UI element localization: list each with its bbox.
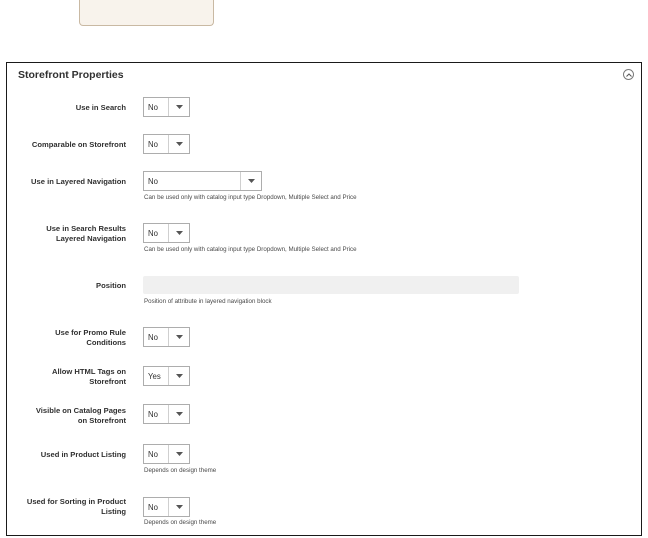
chevron-down-icon [176,374,183,378]
html-tags-select[interactable]: Yes [143,366,190,386]
top-action-button[interactable] [79,0,214,26]
chevron-down-icon [176,452,183,456]
sorting-value: No [148,503,158,512]
comparable-value: No [148,140,158,149]
chevron-down-icon [248,179,255,183]
chevron-down-icon [176,505,183,509]
layered-nav-select[interactable]: No [143,171,262,191]
visible-catalog-label: Visible on Catalog Pages on Storefront [35,406,126,425]
chevron-down-icon [176,231,183,235]
product-listing-value: No [148,450,158,459]
search-layered-label: Use in Search Results Layered Navigation [46,224,126,243]
layered-nav-label: Use in Layered Navigation [31,177,126,186]
promo-value: No [148,333,158,342]
position-label: Position [96,281,126,290]
layered-nav-note: Can be used only with catalog input type… [144,194,357,201]
promo-label: Use for Promo Rule Conditions [55,328,126,347]
comparable-label: Comparable on Storefront [31,140,126,149]
collapse-icon[interactable] [623,69,634,80]
html-tags-value: Yes [148,372,161,381]
chevron-down-icon [176,105,183,109]
sorting-select[interactable]: No [143,497,190,517]
search-layered-value: No [148,229,158,238]
sorting-note: Depends on design theme [144,519,217,526]
panel-title: Storefront Properties [18,69,124,81]
position-input[interactable] [143,276,519,294]
chevron-down-icon [176,412,183,416]
html-tags-label: Allow HTML Tags on Storefront [52,367,126,386]
product-listing-note: Depends on design theme [144,467,217,474]
use-in-search-value: No [148,103,158,112]
promo-select[interactable]: No [143,327,190,347]
sorting-label: Used for Sorting in Product Listing [26,497,126,516]
visible-catalog-value: No [148,410,158,419]
storefront-properties-panel: Storefront Properties [6,62,642,536]
chevron-down-icon [176,335,183,339]
use-in-search-select[interactable]: No [143,97,190,117]
comparable-select[interactable]: No [143,134,190,154]
product-listing-label: Used in Product Listing [40,450,126,459]
product-listing-select[interactable]: No [143,444,190,464]
layered-nav-value: No [148,177,158,186]
search-layered-note: Can be used only with catalog input type… [144,246,357,253]
visible-catalog-select[interactable]: No [143,404,190,424]
chevron-down-icon [176,142,183,146]
position-note: Position of attribute in layered navigat… [144,298,272,305]
use-in-search-label: Use in Search [75,103,126,112]
search-layered-select[interactable]: No [143,223,190,243]
